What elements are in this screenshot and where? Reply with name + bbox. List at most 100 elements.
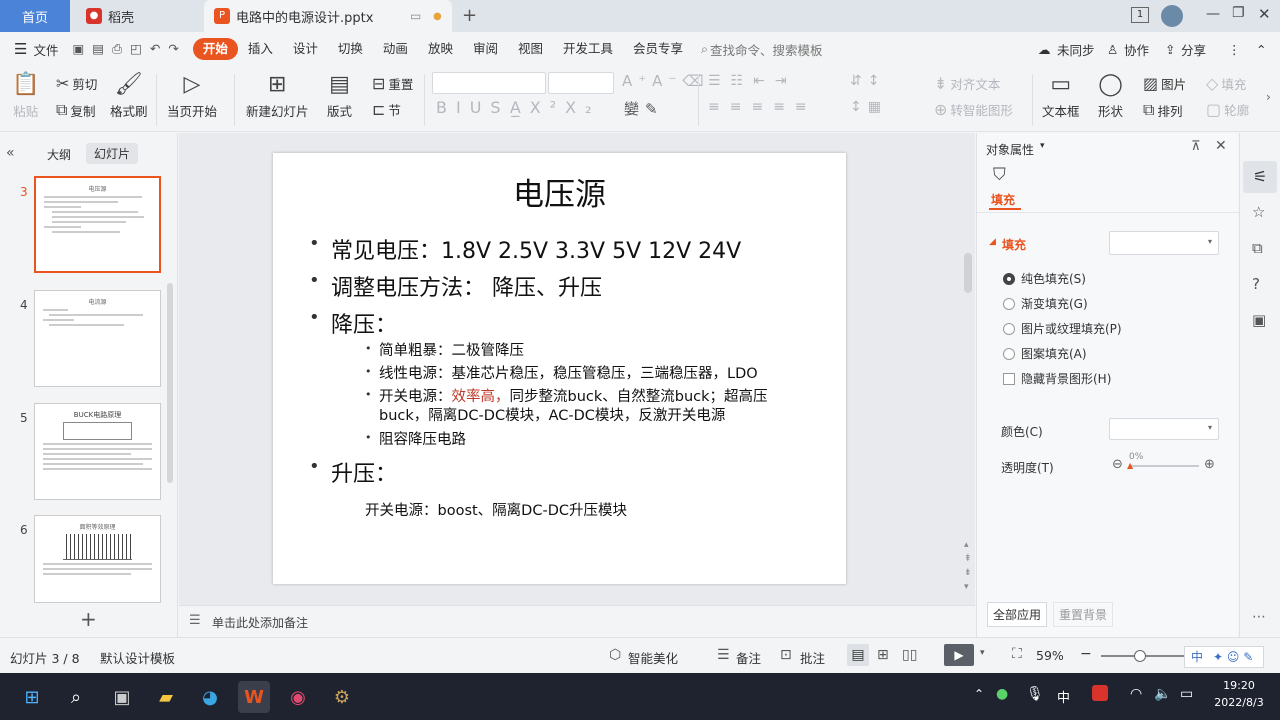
sub-diode[interactable]: 简单粗暴：二极管降压 — [379, 339, 524, 360]
file-explorer-icon[interactable]: ▰ — [150, 681, 182, 713]
list-indent-icons[interactable]: ☰☷⇤⇥ — [708, 73, 797, 89]
sub-linear[interactable]: 线性电源：基准芯片稳压，稳压管稳压，三端稳压器，LDO — [379, 362, 758, 383]
section-collapse-icon[interactable]: ◢ — [989, 237, 996, 247]
menu-start[interactable]: 开始 — [192, 38, 238, 60]
text-format-icons[interactable]: BIUSA̲X²X₂ — [436, 98, 601, 117]
layout-button[interactable]: ▤ 版式 — [327, 72, 352, 120]
ribbon-scroll-right-icon[interactable]: › — [1266, 90, 1271, 104]
menu-animation[interactable]: 动画 — [373, 38, 418, 60]
format-painter-button[interactable]: 🖌 格式刷 — [110, 72, 148, 120]
paragraph-align-icons[interactable]: ≡≡≡≡≡ — [708, 99, 817, 115]
wifi-icon[interactable]: ◠ — [1130, 686, 1142, 702]
wps-taskbar-icon[interactable]: W — [238, 681, 270, 713]
microphone-icon[interactable]: 🎙 — [1026, 686, 1044, 702]
template-name[interactable]: 默认设计模板 — [100, 648, 175, 667]
windows-start-icon[interactable]: ⊞ — [16, 681, 48, 713]
checkbox-hide-background[interactable]: 隐藏背景图形(H) — [1003, 370, 1111, 387]
window-count-badge[interactable]: 1 — [1131, 7, 1149, 23]
chevron-down-icon[interactable]: ▾ — [1040, 141, 1045, 151]
bullet-adjust-method[interactable]: 调整电压方法： 降压、升压 — [331, 270, 602, 302]
taskbar-date[interactable]: 2022/8/3 — [1206, 696, 1272, 709]
plus-circle-icon[interactable]: ⊕ — [1204, 457, 1215, 472]
edge-browser-icon[interactable]: ◕ — [194, 681, 226, 713]
add-slide-plus-icon[interactable]: + — [80, 607, 97, 631]
new-slide-button[interactable]: ⊞ 新建幻灯片 — [246, 72, 309, 120]
slider-thumb[interactable]: ▲ — [1127, 461, 1133, 470]
taskbar-time[interactable]: 19:20 — [1214, 679, 1264, 692]
copy-layers-icon[interactable]: ⧉ — [1252, 239, 1263, 257]
smartart-button[interactable]: ⊕ 转智能图形 — [934, 100, 1013, 119]
sorter-view-icon[interactable]: ⊞ — [877, 647, 889, 663]
notes-placeholder[interactable]: 单击此处添加备注 — [212, 614, 308, 631]
outline-button[interactable]: ▢ 轮廓 — [1206, 100, 1249, 119]
font-family-select[interactable] — [432, 72, 546, 94]
radio-pattern-fill[interactable]: 图案填充(A) — [1003, 345, 1087, 362]
tab-fill[interactable]: 填充 — [991, 191, 1015, 208]
cut-button[interactable]: ✂ 剪切 — [56, 74, 97, 93]
properties-tool-icon[interactable]: ⚟ — [1243, 161, 1277, 193]
baidu-netdisk-icon[interactable]: ◉ — [282, 681, 314, 713]
reset-button[interactable]: ⊟ 重置 — [372, 74, 413, 93]
beautify-button[interactable]: 智能美化 — [628, 648, 678, 667]
tab-daoke[interactable]: ● 稻壳 — [74, 0, 202, 32]
thumb-slide-4[interactable]: 电流源 — [34, 290, 161, 387]
scroll-arrows-icon[interactable]: ▴ ⇞ ⇟ ▾ — [964, 538, 972, 594]
screen-icon[interactable]: ▭ — [410, 9, 421, 23]
thumb-slide-3[interactable]: 电压源 — [34, 176, 161, 273]
menu-file[interactable]: 文件 — [33, 40, 58, 59]
font-size-select[interactable] — [548, 72, 614, 94]
search-command[interactable]: 查找命令、搜索模板 — [710, 40, 823, 59]
radio-picture-fill[interactable]: 图片或纹理填充(P) — [1003, 320, 1122, 337]
zoom-out-icon[interactable]: − — [1080, 646, 1092, 662]
bullet-step-down[interactable]: 降压： — [331, 307, 397, 339]
play-current-button[interactable]: ▷ 当页开始 — [167, 72, 217, 120]
sub-switching-continued[interactable]: buck，隔离DC-DC模块，AC-DC模块，反激开关电源 — [379, 404, 725, 425]
menu-devtools[interactable]: 开发工具 — [553, 38, 623, 60]
phonetic-highlight-icons[interactable]: 孌✎ — [624, 98, 664, 119]
help-icon[interactable]: ? — [1252, 275, 1260, 293]
sub-rc[interactable]: 阻容降压电路 — [379, 428, 466, 449]
radio-solid-fill[interactable]: 纯色填充(S) — [1003, 270, 1086, 287]
restore-icon[interactable]: ❐ — [1232, 5, 1245, 21]
wechat-tray-icon[interactable]: ● — [996, 686, 1008, 702]
section-button[interactable]: ⊏ 节 — [372, 100, 401, 119]
slide[interactable]: 电压源 • 常见电压：1.8V 2.5V 3.3V 5V 12V 24V • 调… — [273, 153, 846, 584]
close-panel-icon[interactable]: ✕ — [1215, 138, 1227, 154]
shape-button[interactable]: ◯ 形状 — [1098, 72, 1123, 120]
menu-insert[interactable]: 插入 — [238, 38, 283, 60]
textbox-button[interactable]: ▭ 文本框 — [1042, 72, 1080, 120]
menu-transition[interactable]: 切换 — [328, 38, 373, 60]
pin-icon[interactable]: ⊼ — [1191, 139, 1201, 154]
task-view-icon[interactable]: ▣ — [106, 681, 138, 713]
tab-document[interactable]: P 电路中的电源设计.pptx ▭ ● — [204, 0, 452, 32]
collapse-ribbon-icon[interactable]: ⌃ — [1256, 42, 1266, 57]
volume-icon[interactable]: 🔈 — [1154, 686, 1171, 702]
fill-button[interactable]: ◇ 填充 — [1206, 74, 1246, 93]
play-slideshow-button[interactable]: ▶ — [944, 644, 974, 666]
tab-outline[interactable]: 大纲 — [47, 146, 71, 163]
star-icon[interactable]: ☆ — [1252, 203, 1265, 221]
slide-title[interactable]: 电压源 — [273, 169, 846, 214]
zoom-slider[interactable] — [1101, 655, 1191, 657]
spacing-icons[interactable]: ↕▦ — [850, 99, 887, 115]
quick-access-icons[interactable]: ▣▤⎙◰↶↷ — [72, 41, 186, 57]
thumb-slide-5[interactable]: BUCK电路原理 — [34, 403, 161, 500]
apply-all-button[interactable]: 全部应用 — [987, 602, 1048, 627]
image-tool-icon[interactable]: ▣ — [1252, 311, 1266, 329]
menu-review[interactable]: 审阅 — [463, 38, 508, 60]
taskbar-search-icon[interactable]: ⌕ — [60, 681, 92, 713]
battery-icon[interactable]: ▭ — [1180, 686, 1193, 702]
notes-bar[interactable]: ☰ 单击此处添加备注 — [179, 605, 975, 637]
comment-button[interactable]: 批注 — [800, 648, 825, 667]
sub-switching[interactable]: 开关电源：效率高，同步整流buck、自然整流buck；超高压 — [379, 385, 768, 406]
menu-slideshow[interactable]: 放映 — [418, 38, 463, 60]
chevron-down-icon[interactable]: ▾ — [980, 648, 985, 658]
share-button[interactable]: 分享 — [1181, 40, 1206, 59]
panel-title[interactable]: 对象属性 — [986, 141, 1034, 158]
transparency-slider[interactable] — [1129, 465, 1199, 467]
close-window-icon[interactable]: ✕ — [1258, 5, 1271, 23]
text-direction-icons[interactable]: ⇵↕ — [850, 73, 885, 89]
menu-member[interactable]: 会员专享 — [623, 38, 693, 60]
bullet-step-up[interactable]: 升压： — [331, 456, 397, 488]
tab-slides[interactable]: 幻灯片 — [86, 143, 139, 164]
